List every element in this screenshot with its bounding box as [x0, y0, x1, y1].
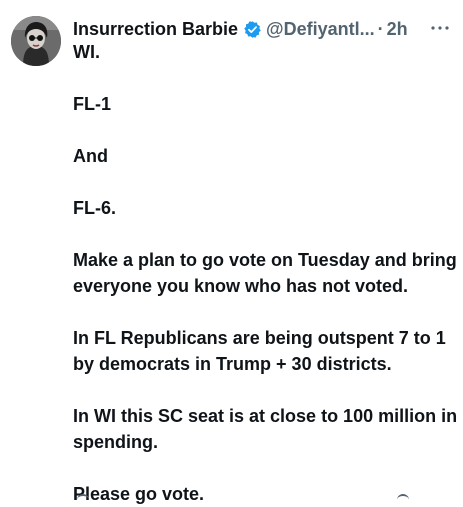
- tweet-paragraph: In FL Republicans are being outspent 7 t…: [73, 328, 446, 374]
- action-bar: [73, 494, 453, 504]
- tweet-text: WI. FL-1 And FL-6. Make a plan to go vot…: [73, 39, 458, 507]
- share-icon[interactable]: [397, 494, 409, 502]
- tweet-paragraph: FL-1: [73, 94, 111, 114]
- avatar[interactable]: [11, 16, 61, 66]
- tweet-paragraph: FL-6.: [73, 198, 116, 218]
- tweet[interactable]: Insurrection Barbie @Defiyantl... · 2h W…: [0, 0, 463, 504]
- more-options-icon[interactable]: [428, 20, 452, 36]
- tweet-paragraph: Make a plan to go vote on Tuesday and br…: [73, 250, 457, 296]
- tweet-paragraph: In WI this SC seat is at close to 100 mi…: [73, 406, 458, 452]
- tweet-paragraph: WI.: [73, 42, 100, 62]
- reply-icon[interactable]: [77, 494, 89, 502]
- verified-badge-icon: [243, 20, 262, 39]
- tweet-paragraph: And: [73, 146, 108, 166]
